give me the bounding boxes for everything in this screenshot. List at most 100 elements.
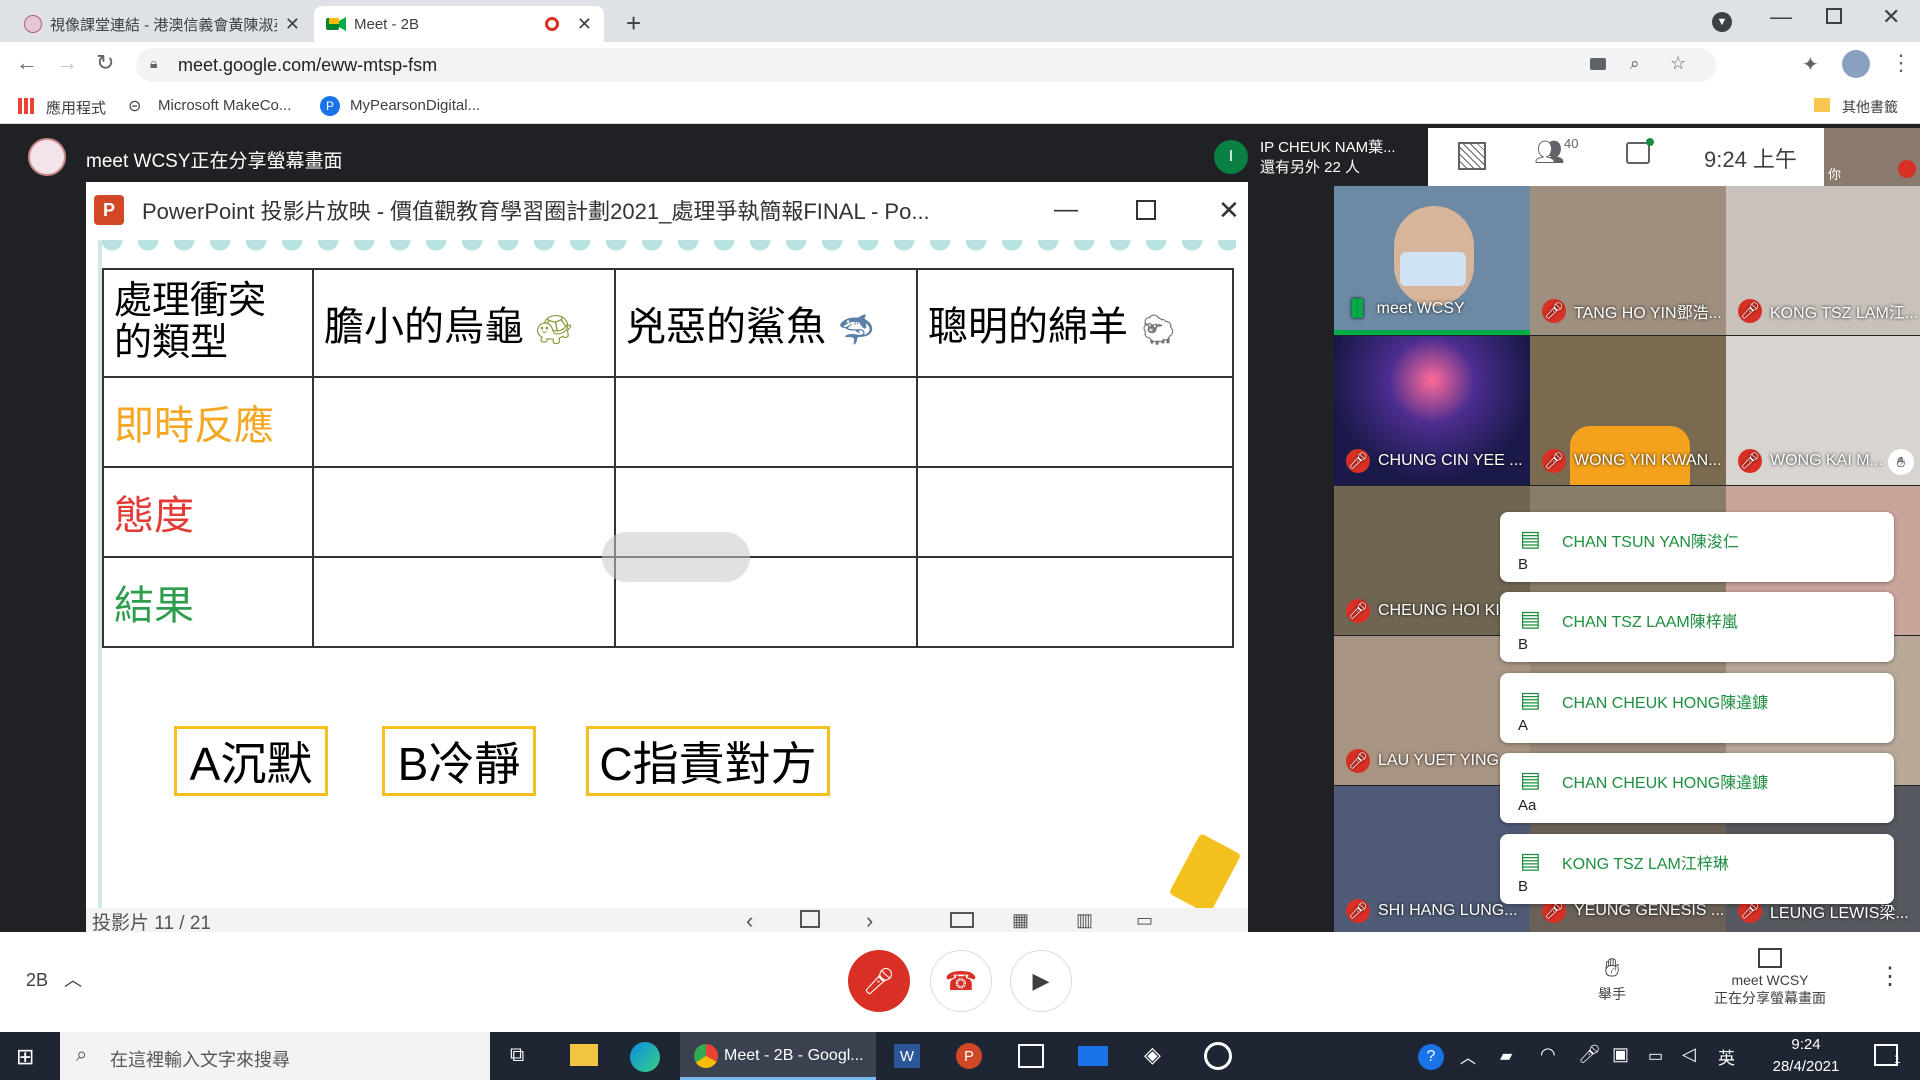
table-header-cell: 兇惡的鯊魚 🦈︎	[614, 268, 918, 378]
camera-icon[interactable]	[1590, 58, 1606, 70]
battery-icon[interactable]: ▭	[1648, 1046, 1663, 1066]
back-icon[interactable]: ←	[16, 50, 38, 76]
presenter-avatar	[28, 138, 66, 176]
raise-hand-label: 舉手	[1598, 986, 1626, 1002]
file-explorer-icon[interactable]	[570, 1044, 598, 1066]
dropbox-icon[interactable]: ◈	[1144, 1042, 1161, 1068]
omnibox[interactable]: 🔒︎ meet.google.com/eww-mtsp-fsm ☆ ⌕	[136, 48, 1716, 82]
maximize-icon[interactable]	[1136, 200, 1156, 220]
row-label: 即時反應	[102, 376, 314, 468]
powerpoint-icon[interactable]: P	[956, 1043, 982, 1069]
bookmark-pearson[interactable]: MyPearsonDigital...	[350, 97, 480, 114]
chat-message-icon: ▤	[1520, 687, 1541, 712]
participant-tile[interactable]: 🎤︎ WONG YIN KWAN...	[1530, 336, 1726, 485]
tray-app-icon[interactable]: ▰	[1500, 1046, 1512, 1066]
meeting-code[interactable]: 2B	[26, 970, 48, 991]
chevron-up-icon[interactable]: ︿	[64, 966, 82, 992]
camera-toggle-button[interactable]: ▶︎	[1010, 950, 1072, 1012]
layout-icon[interactable]	[1458, 142, 1486, 170]
leave-call-button[interactable]: ☎︎	[930, 950, 992, 1012]
close-icon[interactable]: ✕	[577, 14, 592, 35]
chat-notification[interactable]: ▤ CHAN CHEUK HONG陳違鏮 Aa	[1500, 753, 1894, 823]
menu-icon[interactable]: ⋮	[1890, 50, 1912, 76]
store-icon[interactable]	[1018, 1044, 1044, 1068]
grid-view-icon[interactable]: ▦	[1012, 910, 1029, 931]
task-view-icon[interactable]: ⧉	[510, 1044, 524, 1067]
window-close-icon[interactable]: ✕	[1882, 4, 1900, 30]
normal-view-icon[interactable]	[950, 912, 974, 928]
prev-slide-icon[interactable]: ‹	[746, 908, 753, 934]
volume-icon[interactable]: ◁	[1682, 1044, 1696, 1065]
edge-icon[interactable]	[630, 1042, 660, 1072]
mic-off-icon: 🎤︎	[1346, 749, 1370, 773]
microphone-icon[interactable]: 🎤︎	[1578, 1044, 1601, 1065]
chat-notification[interactable]: ▤ CHAN TSUN YAN陳浚仁 B	[1500, 512, 1894, 582]
close-icon[interactable]: ✕	[1218, 195, 1240, 226]
clock-date[interactable]: 28/4/2021	[1766, 1058, 1846, 1075]
bookmark-makecode[interactable]: Microsoft MakeCo...	[158, 97, 291, 114]
chat-icon[interactable]	[1626, 142, 1650, 164]
reading-view-icon[interactable]: ▥	[1076, 910, 1093, 931]
maximize-icon[interactable]	[1826, 8, 1842, 24]
people-icon[interactable]: 👥︎	[1534, 138, 1564, 167]
raise-hand-button[interactable]: ✋︎ 舉手	[1580, 952, 1644, 1004]
self-view-tile[interactable]: 你	[1824, 128, 1920, 186]
chat-message-icon: ▤	[1520, 606, 1541, 631]
reload-icon[interactable]: ↻	[96, 50, 114, 76]
school-favicon-icon	[24, 15, 42, 33]
participant-tile[interactable]: 🎤︎ TANG HO YIN鄧浩...	[1530, 186, 1726, 335]
address-bar: ← → ↻ 🔒︎ meet.google.com/eww-mtsp-fsm ☆ …	[0, 42, 1920, 88]
participant-tile[interactable]: ▐▌ meet WCSY	[1334, 186, 1530, 335]
participant-name: LAU YUET YING	[1378, 752, 1499, 769]
taskbar-chrome-app[interactable]: Meet - 2B - Googl...	[680, 1032, 876, 1080]
network-icon[interactable]: ▣	[1612, 1044, 1629, 1065]
audio-level-icon: ▐▌	[1346, 300, 1369, 317]
forward-icon[interactable]: →	[56, 50, 78, 76]
bookmark-apps[interactable]: 應用程式	[46, 97, 106, 118]
tab-meet[interactable]: Meet - 2B ✕	[314, 6, 604, 42]
shark-icon: 🦈︎	[837, 314, 876, 347]
meet-controls-bar: 2B ︿ 🎤︎ ☎︎ ▶︎ ✋︎ 舉手 meet WCSY 正在分享螢幕畫面 ⋮	[0, 932, 1920, 1032]
extensions-icon[interactable]: ✦	[1802, 52, 1819, 77]
present-now-button[interactable]: meet WCSY 正在分享螢幕畫面	[1700, 948, 1840, 1008]
ime-indicator[interactable]: 英	[1718, 1044, 1735, 1069]
mail-icon[interactable]	[1078, 1046, 1108, 1066]
people-count: 40	[1564, 136, 1579, 151]
slide-counter: 投影片 11 / 21	[92, 912, 211, 934]
clock-time[interactable]: 9:24	[1770, 1036, 1842, 1053]
zoom-icon[interactable]: ⌕	[1630, 54, 1640, 74]
new-tab-icon[interactable]: +	[626, 8, 641, 39]
chat-message-icon: ▤	[1520, 767, 1541, 792]
help-icon[interactable]: ?	[1418, 1044, 1444, 1070]
participant-tile[interactable]: 🎤︎ KONG TSZ LAM江...	[1726, 186, 1920, 335]
chat-message-icon: ▤	[1520, 526, 1541, 551]
chevron-up-icon[interactable]: ︿	[1460, 1044, 1476, 1068]
chat-notification[interactable]: ▤ CHAN TSZ LAAM陳梓嵐 B	[1500, 592, 1894, 662]
minimize-icon[interactable]: —	[1770, 4, 1792, 30]
tab-search-icon[interactable]: ▼	[1712, 12, 1732, 32]
shark-label: 兇惡的鯊魚	[626, 305, 826, 349]
chat-notification[interactable]: ▤ CHAN CHEUK HONG陳違鏮 A	[1500, 673, 1894, 743]
word-icon[interactable]: W	[894, 1044, 920, 1068]
other-bookmarks[interactable]: 其他書籤	[1842, 97, 1898, 117]
more-options-icon[interactable]: ⋮	[1878, 962, 1902, 991]
slideshow-toolbar[interactable]	[602, 532, 750, 582]
chat-notification[interactable]: ▤ KONG TSZ LAM江梓琳 B	[1500, 834, 1894, 904]
windows-start-icon[interactable]: ⊞	[16, 1044, 34, 1070]
star-icon[interactable]: ☆	[1670, 53, 1686, 74]
close-icon[interactable]: ✕	[285, 14, 300, 35]
app-icon[interactable]	[1204, 1042, 1232, 1070]
minimize-icon[interactable]: —	[1054, 196, 1078, 224]
taskbar-search[interactable]: ⌕ 在這裡輸入文字來搜尋	[60, 1032, 490, 1080]
participant-tile[interactable]: 🎤︎ CHUNG CIN YEE ...	[1334, 336, 1530, 485]
participant-name: CHUNG CIN YEE ...	[1378, 452, 1523, 469]
wifi-icon[interactable]: ◠	[1540, 1044, 1556, 1065]
slideshow-view-icon[interactable]: ▭	[1136, 910, 1153, 931]
chat-sender: CHAN CHEUK HONG陳違鏮	[1562, 695, 1769, 712]
tab-school[interactable]: 視像課堂連結 - 港澳信義會黃陳淑英 ✕	[12, 6, 312, 42]
participant-tile[interactable]: 🎤︎ WONG KAI M... ✋︎	[1726, 336, 1920, 485]
next-slide-icon[interactable]: ›	[866, 908, 873, 934]
mic-toggle-button[interactable]: 🎤︎	[848, 950, 910, 1012]
slide-sorter-icon[interactable]	[800, 910, 820, 928]
profile-avatar[interactable]	[1842, 50, 1870, 78]
